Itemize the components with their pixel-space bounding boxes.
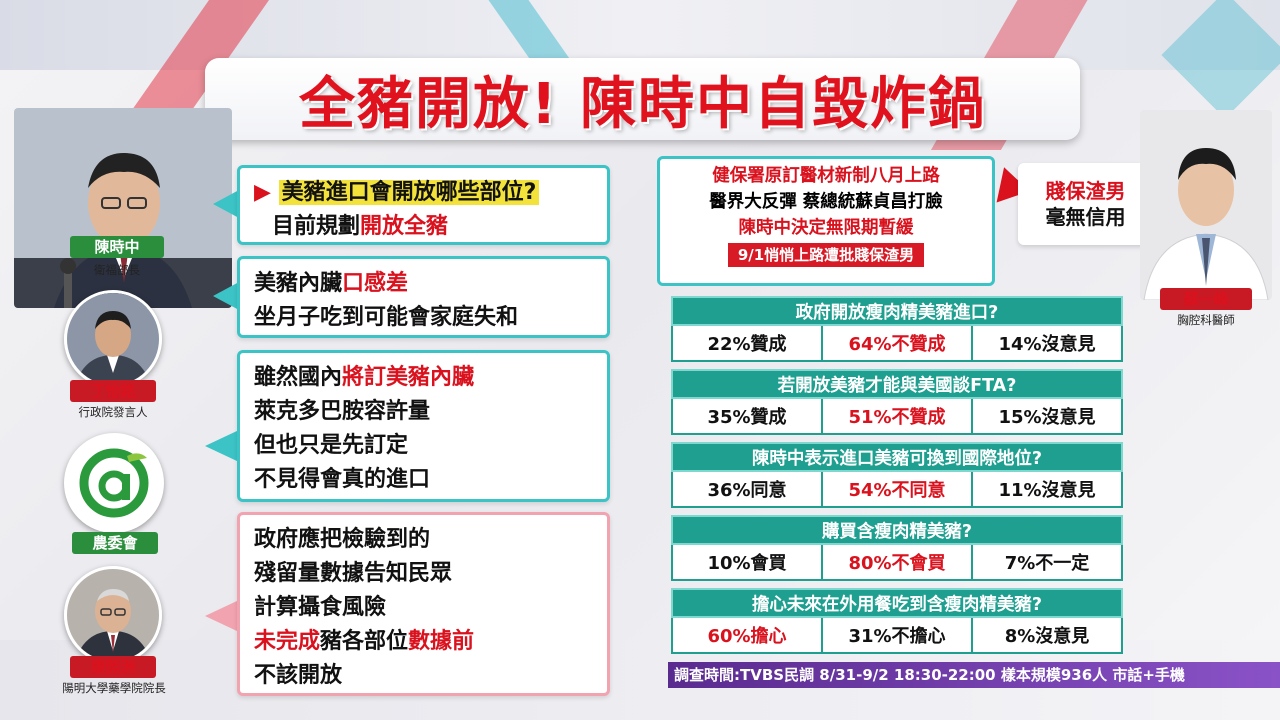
portrait-chen-graphic [14, 108, 232, 308]
news-box: 健保署原訂醫材新制八月上路 醫界大反彈 蔡總統蘇貞昌打臉 陳時中決定無限期暫緩 … [657, 156, 995, 286]
poll-answer: 14%沒意見 [998, 334, 1096, 355]
quote-bubble-ding: 美豬內臟口感差 坐月子吃到可能會家庭失和 [237, 256, 610, 338]
poll-answer-row: 36%同意 54%不同意 11%沒意見 [671, 472, 1123, 508]
poll-answer: 15%沒意見 [998, 407, 1096, 428]
bubble-4-line-5: 不該開放 [254, 663, 343, 688]
bubble-4-line-1: 政府應把檢驗到的 [254, 527, 431, 552]
role-chen: 衛福部長 [94, 263, 140, 277]
bg-diamond-teal [1161, 0, 1280, 119]
poll-answer: 11%沒意見 [998, 480, 1096, 501]
portrait-ding [64, 290, 162, 388]
news-line-2: 醫界大反彈 蔡總統蘇貞昌打臉 [709, 192, 943, 212]
bubble-tail-3 [205, 430, 239, 462]
portrait-ding-graphic [67, 293, 159, 385]
bubble-tail-4 [205, 600, 239, 632]
callout-box: 賤保渣男 毫無信用 [1018, 163, 1153, 245]
nameplate-chen: 陳時中 [70, 236, 164, 258]
poll-answer: 64%不贊成 [823, 326, 973, 360]
poll-answer-row: 22%贊成 64%不贊成 14%沒意見 [671, 326, 1123, 362]
portrait-su-graphic [1140, 110, 1272, 300]
quote-bubble-chen: ▶ 美豬進口會開放哪些部位? 目前規劃開放全豬 [237, 165, 610, 245]
poll-answer: 54%不同意 [823, 472, 973, 506]
poll-answer: 35%贊成 [673, 399, 823, 433]
callout-line-2: 毫無信用 [1045, 205, 1126, 229]
poll-answer: 10%會買 [673, 545, 823, 579]
bubble-1-line-2: 目前規劃開放全豬 [272, 214, 449, 239]
poll-answer-row: 10%會買 80%不會買 7%不一定 [671, 545, 1123, 581]
quote-bubble-coa: 雖然國內將訂美豬內臟 萊克多巴胺容許量 但也只是先訂定 不見得會真的進口 [237, 350, 610, 502]
poll-block-3: 陳時中表示進口美豬可換到國際地位? 36%同意 54%不同意 11%沒意見 [671, 442, 1123, 508]
bubble-3-line-4: 不見得會真的進口 [254, 467, 431, 492]
poll-answer: 7%不一定 [1004, 553, 1090, 574]
poll-answer: 60%擔心 [673, 618, 823, 652]
role-su: 胸腔科醫師 [1177, 313, 1235, 327]
page-title-banner: 全豬開放! 陳時中自毀炸鍋 [205, 58, 1080, 140]
bubble-3-line-1: 雖然國內將訂美豬內臟 [254, 365, 475, 390]
portrait-kang [64, 566, 162, 664]
bubble-tail-2 [213, 282, 239, 310]
poll-question: 政府開放瘦肉精美豬進口? [671, 296, 1123, 326]
survey-footer: 調查時間:TVBS民調 8/31-9/2 18:30-22:00 樣本規模936… [668, 662, 1280, 688]
poll-answer: 22%贊成 [673, 326, 823, 360]
poll-block-5: 擔心未來在外用餐吃到含瘦肉精美豬? 60%擔心 31%不擔心 8%沒意見 [671, 588, 1123, 654]
bubble-tail-1 [213, 190, 239, 218]
quote-bubble-kang: 政府應把檢驗到的 殘留量數據告知民眾 計算攝食風險 未完成豬各部位數據前 不該開… [237, 512, 610, 696]
bubble-4-line-2: 殘留量數據告知民眾 [254, 561, 453, 586]
poll-block-2: 若開放美豬才能與美國談FTA? 35%贊成 51%不贊成 15%沒意見 [671, 369, 1123, 435]
poll-answer: 51%不贊成 [823, 399, 973, 433]
poll-answer: 8%沒意見 [1004, 626, 1090, 647]
role-kang: 陽明大學藥學院院長 [62, 681, 166, 695]
poll-answer: 36%同意 [673, 472, 823, 506]
bubble-4-line-3: 計算攝食風險 [254, 595, 387, 620]
bubble-1-question: 美豬進口會開放哪些部位? [278, 180, 540, 205]
news-line-3: 陳時中決定無限期暫緩 [738, 218, 914, 238]
poll-question: 陳時中表示進口美豬可換到國際地位? [671, 442, 1123, 472]
portrait-kang-graphic [67, 569, 159, 661]
bubble-3-line-3: 但也只是先訂定 [254, 433, 409, 458]
nameplate-ding: 丁怡銘 [70, 380, 156, 402]
news-line-1: 健保署原訂醫材新制八月上路 [712, 166, 940, 186]
bubble-4-line-4: 未完成豬各部位數據前 [254, 629, 475, 654]
bubble-1-line-1: ▶ 美豬進口會開放哪些部位? [254, 176, 593, 210]
poll-answer: 80%不會買 [823, 545, 973, 579]
portrait-chen [14, 108, 232, 308]
nameplate-su: 蘇一峰 [1160, 288, 1252, 310]
page-title: 全豬開放! 陳時中自毀炸鍋 [298, 71, 987, 137]
bubble-3-line-2: 萊克多巴胺容許量 [254, 399, 431, 424]
nameplate-kang: 康照洲 [70, 656, 156, 678]
coa-logo-icon [70, 439, 158, 527]
bubble-2-line-1: 美豬內臟口感差 [254, 271, 409, 296]
poll-answer-row: 60%擔心 31%不擔心 8%沒意見 [671, 618, 1123, 654]
poll-question: 購買含瘦肉精美豬? [671, 515, 1123, 545]
callout-line-1: 賤保渣男 [1045, 179, 1126, 203]
nameplate-coa: 農委會 [72, 532, 158, 554]
bubble-2-line-2: 坐月子吃到可能會家庭失和 [254, 305, 519, 330]
poll-block-1: 政府開放瘦肉精美豬進口? 22%贊成 64%不贊成 14%沒意見 [671, 296, 1123, 362]
poll-question: 擔心未來在外用餐吃到含瘦肉精美豬? [671, 588, 1123, 618]
poll-block-4: 購買含瘦肉精美豬? 10%會買 80%不會買 7%不一定 [671, 515, 1123, 581]
play-arrow-icon: ▶ [254, 180, 271, 205]
poll-answer-row: 35%贊成 51%不贊成 15%沒意見 [671, 399, 1123, 435]
logo-coa [64, 433, 164, 533]
role-ding: 行政院發言人 [78, 405, 148, 419]
news-tag: 9/1悄悄上路遭批賤保渣男 [727, 243, 925, 267]
poll-question: 若開放美豬才能與美國談FTA? [671, 369, 1123, 399]
poll-answer: 31%不擔心 [823, 618, 973, 652]
portrait-su [1140, 110, 1272, 300]
